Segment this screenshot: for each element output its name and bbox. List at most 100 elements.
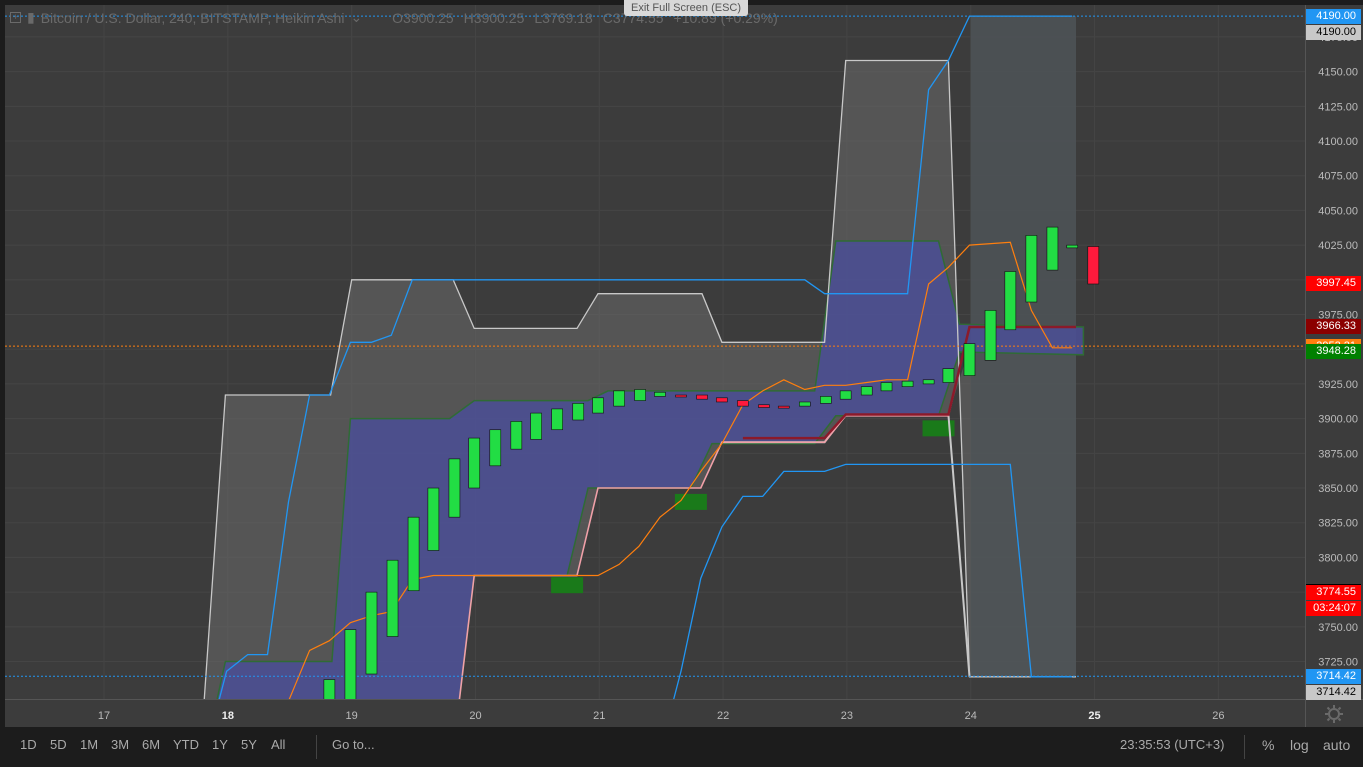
candle: [777, 405, 790, 409]
price-tick-label: 4100.00: [1318, 136, 1358, 148]
price-label: 3966.33: [1306, 319, 1361, 335]
goto-button[interactable]: Go to...: [332, 737, 375, 752]
candle: [1066, 244, 1079, 249]
candle: [799, 401, 811, 407]
candle: [922, 379, 935, 385]
bottom-toolbar: 1D 5D 1M 3M 6M YTD 1Y 5Y All Go to... 23:35:53 (…: [0, 727, 1363, 767]
candle: [696, 394, 708, 400]
price-tick-label: 4075.00: [1318, 171, 1358, 183]
candle: [386, 559, 399, 637]
candle: [592, 397, 604, 414]
price-label: 3714.42: [1306, 684, 1361, 700]
chart-svg[interactable]: [5, 5, 1305, 699]
price-tick-label: 3875.00: [1318, 448, 1358, 460]
price-tick-label: 4025.00: [1318, 240, 1358, 252]
price-tick-label: 3725.00: [1318, 657, 1358, 669]
green-marker: [551, 577, 584, 594]
candle: [860, 386, 873, 396]
period-button[interactable]: 5D: [50, 737, 67, 752]
auto-toggle[interactable]: auto: [1323, 737, 1350, 753]
price-tick-label: 4150.00: [1318, 67, 1358, 79]
candle: [716, 397, 728, 403]
time-tick-label: 19: [346, 710, 358, 722]
candle: [1087, 246, 1100, 285]
time-tick-label: 21: [593, 710, 605, 722]
time-tick-label: 17: [98, 710, 110, 722]
chevron-down-icon[interactable]: ⌄: [350, 9, 362, 26]
candle: [634, 389, 646, 401]
price-label: 3948.28: [1306, 344, 1361, 360]
candle: [1004, 271, 1017, 331]
candle: [323, 679, 336, 699]
candle: [407, 516, 420, 592]
candle: [344, 629, 357, 699]
candle: [551, 408, 563, 431]
candle: [1046, 226, 1059, 271]
clock[interactable]: 23:35:53 (UTC+3): [1120, 737, 1224, 752]
price-tick-label: 3800.00: [1318, 552, 1358, 564]
price-tick-label: 3825.00: [1318, 518, 1358, 530]
symbol-title[interactable]: Bitcoin / U.S. Dollar, 240, BITSTAMP, He…: [41, 10, 345, 26]
period-button[interactable]: 3M: [111, 737, 129, 752]
candle: [654, 391, 666, 397]
price-tick-label: 3925.00: [1318, 379, 1358, 391]
period-button[interactable]: 1Y: [212, 737, 228, 752]
candle: [984, 310, 997, 361]
grey-line-lower: [721, 413, 971, 677]
chart-pane[interactable]: [5, 5, 1305, 699]
candle: [530, 412, 542, 440]
log-toggle[interactable]: log: [1290, 737, 1309, 753]
price-label: 4190.00: [1306, 8, 1361, 24]
candle: [365, 591, 378, 675]
candle: [572, 403, 585, 421]
price-tick-label: 3850.00: [1318, 483, 1358, 495]
period-button[interactable]: YTD: [173, 737, 199, 752]
candle: [489, 429, 502, 467]
time-axis-svg: 17 18 19 20 21 22 23 24 25 26: [98, 710, 1225, 722]
time-tick-label: 26: [1212, 710, 1224, 722]
divider: [1244, 735, 1245, 759]
period-button[interactable]: 1D: [20, 737, 37, 752]
chart-settings-button[interactable]: [1305, 699, 1363, 728]
expand-icon[interactable]: +: [10, 12, 21, 23]
symbol-icon: ▮: [27, 9, 35, 25]
exit-fullscreen-button[interactable]: Exit Full Screen (ESC): [624, 0, 749, 16]
period-button[interactable]: All: [271, 737, 285, 752]
ohlc-low: L3769.18: [534, 9, 593, 26]
price-label: 3774.55: [1306, 585, 1361, 601]
candle: [880, 382, 893, 392]
candle: [427, 487, 440, 551]
percent-toggle[interactable]: %: [1262, 737, 1274, 753]
candle: [737, 400, 749, 407]
price-label: 4190.00: [1306, 24, 1361, 40]
price-label: 03:24:07: [1306, 601, 1361, 617]
candle: [468, 437, 481, 489]
ohlc-high: H3900.25: [463, 9, 525, 26]
time-tick-label: 23: [841, 710, 853, 722]
candle: [839, 390, 852, 400]
time-tick-label: 24: [965, 710, 977, 722]
candle: [510, 421, 523, 450]
divider: [316, 735, 317, 759]
candle: [675, 394, 687, 398]
candle: [901, 380, 914, 388]
candle: [448, 458, 461, 518]
period-button[interactable]: 6M: [142, 737, 160, 752]
time-axis[interactable]: 17 18 19 20 21 22 23 24 25 26: [5, 699, 1305, 728]
period-button[interactable]: 5Y: [241, 737, 257, 752]
ohlc-open: O3900.25: [392, 9, 454, 26]
price-tick-label: 3750.00: [1318, 622, 1358, 634]
candle: [942, 368, 955, 383]
period-button[interactable]: 1M: [80, 737, 98, 752]
price-label: 3997.45: [1306, 275, 1361, 291]
price-tick-label: 4125.00: [1318, 101, 1358, 113]
gear-icon: [1325, 705, 1343, 723]
price-tick-label: 4050.00: [1318, 205, 1358, 217]
price-tick-label: 3900.00: [1318, 414, 1358, 426]
candle: [820, 396, 832, 404]
time-tick-label: 25: [1088, 710, 1100, 722]
time-tick-label: 22: [717, 710, 729, 722]
candle: [758, 404, 770, 408]
candle: [1025, 235, 1038, 303]
time-tick-label: 18: [222, 710, 234, 722]
